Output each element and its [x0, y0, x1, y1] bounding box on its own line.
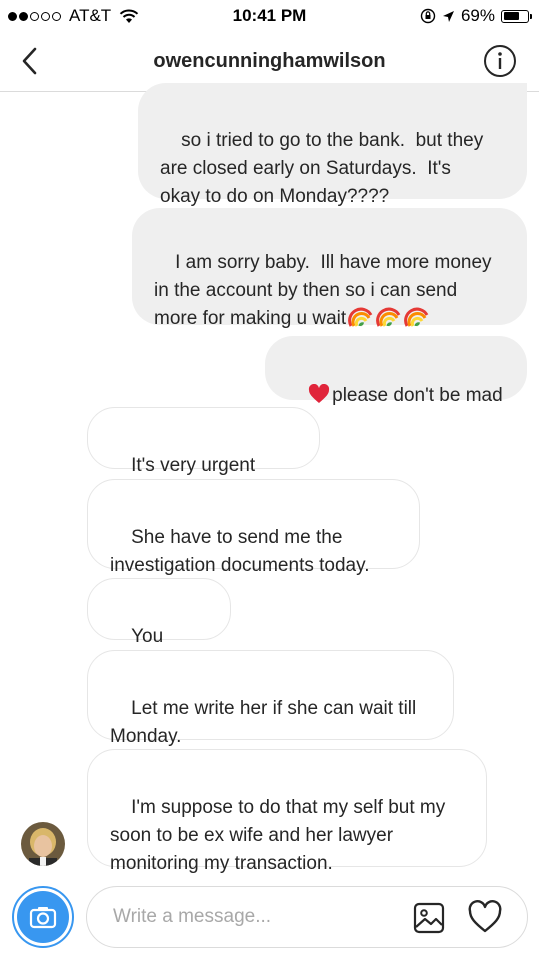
message-bubble-incoming[interactable]: Let me write her if she can wait till Mo…: [87, 650, 454, 747]
gallery-icon[interactable]: [413, 902, 445, 934]
rainbow-emoji-icon: [346, 307, 430, 329]
message-bubble-outgoing[interactable]: so i tried to go to the bank. but they a…: [138, 83, 527, 207]
message-bubble-incoming[interactable]: It's very urgent okay: [87, 407, 320, 504]
avatar-photo: [21, 822, 65, 866]
message-bubble-incoming[interactable]: You there?: [87, 578, 231, 675]
camera-icon: [29, 907, 57, 929]
message-bubble-incoming[interactable]: She have to send me the investigation do…: [87, 479, 420, 576]
message-text: I'm suppose to do that my self but my so…: [110, 797, 446, 874]
camera-button[interactable]: [12, 886, 74, 948]
location-icon: [442, 10, 454, 22]
message-composer: [86, 886, 528, 948]
message-text: Let me write her if she can wait till Mo…: [110, 698, 417, 747]
message-thread[interactable]: so i tried to go to the bank. but they a…: [0, 83, 539, 875]
sender-avatar[interactable]: [21, 822, 65, 866]
message-text: She have to send me the investigation do…: [110, 527, 370, 576]
red-heart-emoji-icon: [309, 384, 330, 403]
status-right: 69%: [420, 6, 532, 26]
message-bubble-outgoing[interactable]: please don't be mad: [265, 336, 527, 406]
battery-icon: [501, 9, 532, 23]
message-input[interactable]: [113, 902, 403, 932]
conversation-title[interactable]: owencunninghamwilson: [0, 50, 539, 73]
message-bubble-incoming[interactable]: I'm suppose to do that my self but my so…: [87, 749, 487, 874]
orientation-lock-icon: [420, 8, 436, 24]
message-bubble-outgoing[interactable]: I am sorry baby. Ill have more money in …: [132, 208, 527, 329]
message-text: so i tried to go to the bank. but they a…: [160, 130, 484, 207]
heart-icon[interactable]: [467, 900, 503, 934]
message-text: I am sorry baby. Ill have more money in …: [154, 252, 492, 329]
message-text: please don't be mad: [332, 385, 503, 406]
info-icon[interactable]: [483, 44, 517, 78]
battery-percent: 69%: [460, 6, 495, 25]
status-bar: AT&T 10:41 PM 69%: [0, 0, 539, 32]
